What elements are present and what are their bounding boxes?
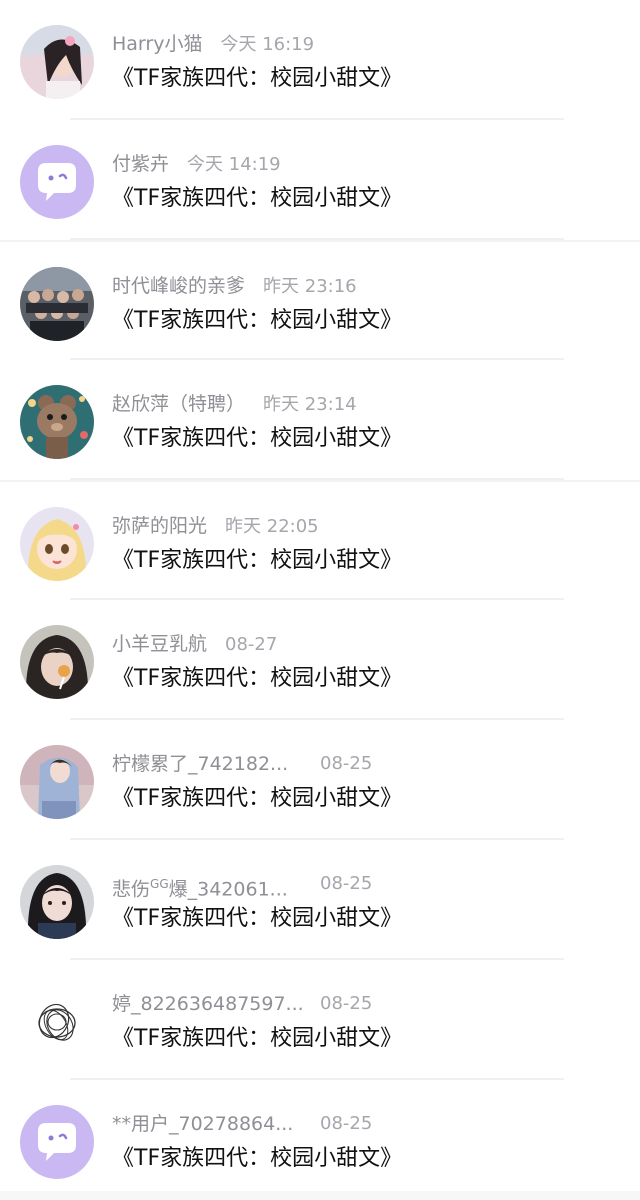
girl-lollipop-photo-icon: [20, 625, 94, 699]
message-time: 今天 14:19: [187, 154, 281, 175]
avatar[interactable]: [20, 267, 94, 341]
avatar[interactable]: [20, 385, 94, 459]
girl-blue-photo-icon: [20, 745, 94, 819]
contact-name: 悲伤GG爆_342061...: [112, 877, 288, 901]
message-time: 08-25: [320, 993, 373, 1014]
message-preview: 《TF家族四代：校园小甜文》: [112, 186, 403, 211]
message-preview: 《TF家族四代：校园小甜文》: [112, 548, 403, 573]
conversation-list: Harry小猫 今天 16:19 《TF家族四代：校园小甜文》 付紫卉 今天 14:…: [0, 0, 640, 1191]
conversation-row[interactable]: 小羊豆乳航 08-27 《TF家族四代：校园小甜文》: [0, 600, 640, 720]
contact-name: 时代峰峻的亲爹: [112, 275, 246, 297]
avatar[interactable]: [20, 865, 94, 939]
message-preview: 《TF家族四代：校园小甜文》: [112, 906, 403, 931]
avatar-photo-icon: [20, 25, 94, 99]
avatar[interactable]: [20, 507, 94, 581]
message-time: 今天 16:19: [220, 34, 315, 55]
conversation-row[interactable]: 时代峰峻的亲爹 昨天 23:16 《TF家族四代：校园小甜文》: [0, 240, 640, 360]
message-preview: 《TF家族四代：校园小甜文》: [112, 1026, 403, 1051]
message-preview: 《TF家族四代：校园小甜文》: [112, 66, 403, 91]
avatar[interactable]: [20, 745, 94, 819]
chat-bubble-icon: [20, 1105, 94, 1179]
conversation-row[interactable]: Harry小猫 今天 16:19 《TF家族四代：校园小甜文》: [0, 0, 640, 120]
message-preview: 《TF家族四代：校园小甜文》: [112, 1146, 403, 1171]
contact-name: 付紫卉: [112, 153, 170, 175]
conversation-row[interactable]: 付紫卉 今天 14:19 《TF家族四代：校园小甜文》: [0, 120, 640, 240]
avatar[interactable]: [20, 985, 94, 1059]
conversation-row[interactable]: 柠檬累了_742182... 08-25 《TF家族四代：校园小甜文》: [0, 720, 640, 840]
contact-name: Harry小猫: [112, 33, 203, 55]
conversation-row[interactable]: 弥萨的阳光 昨天 22:05 《TF家族四代：校园小甜文》: [0, 480, 640, 600]
contact-name: 弥萨的阳光: [112, 515, 208, 537]
scribble-icon: [20, 985, 94, 1059]
chat-bubble-icon: [20, 145, 94, 219]
conversation-row[interactable]: 悲伤GG爆_342061... 08-25 《TF家族四代：校园小甜文》: [0, 840, 640, 960]
avatar[interactable]: [20, 145, 94, 219]
bear-photo-icon: [20, 385, 94, 459]
message-time: 昨天 23:14: [263, 394, 357, 415]
contact-name: 赵欣萍（特聘）: [112, 393, 246, 415]
message-time: 昨天 23:16: [263, 276, 357, 297]
message-time: 昨天 22:05: [225, 516, 319, 537]
message-time: 08-27: [225, 634, 278, 655]
conversation-row[interactable]: **用户_70278864... 08-25 《TF家族四代：校园小甜文》: [0, 1080, 640, 1200]
message-time: 08-25: [320, 1113, 373, 1134]
anime-girl-icon: [20, 507, 94, 581]
conversation-row[interactable]: 赵欣萍（特聘） 昨天 23:14 《TF家族四代：校园小甜文》: [0, 360, 640, 480]
conversation-row[interactable]: 婷_822636487597... 08-25 《TF家族四代：校园小甜文》: [0, 960, 640, 1080]
message-preview: 《TF家族四代：校园小甜文》: [112, 426, 403, 451]
avatar[interactable]: [20, 25, 94, 99]
avatar[interactable]: [20, 625, 94, 699]
contact-name: 婷_822636487597...: [112, 993, 304, 1015]
girl-dark-photo-icon: [20, 865, 94, 939]
contact-name: **用户_70278864...: [112, 1113, 294, 1135]
message-preview: 《TF家族四代：校园小甜文》: [112, 308, 403, 333]
contact-name: 柠檬累了_742182...: [112, 753, 289, 775]
message-preview: 《TF家族四代：校园小甜文》: [112, 666, 403, 691]
avatar[interactable]: [20, 1105, 94, 1179]
message-time: 08-25: [320, 753, 373, 774]
contact-name: 小羊豆乳航: [112, 633, 208, 655]
message-preview: 《TF家族四代：校园小甜文》: [112, 786, 403, 811]
avatar-photo-icon: [20, 267, 94, 341]
message-time: 08-25: [320, 873, 373, 894]
